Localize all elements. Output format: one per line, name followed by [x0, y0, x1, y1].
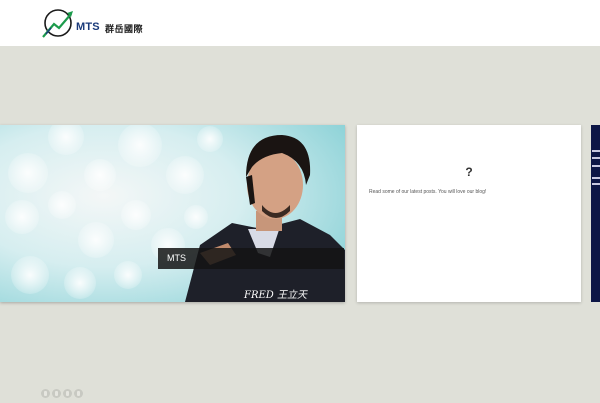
google-plus-icon[interactable] [63, 389, 72, 398]
site-header: MTS 群岳國際 [0, 0, 600, 46]
card-text: Read some of our latest posts. You will … [369, 189, 487, 195]
signature-text: FRED 王立天 [243, 289, 308, 301]
slider-main-slide[interactable]: FRED 王立天 [0, 125, 345, 302]
card-title: ? [465, 165, 473, 179]
logo-emblem-icon [42, 9, 73, 38]
facebook-icon[interactable] [41, 389, 50, 398]
slider-next-slide-peek[interactable] [591, 125, 600, 302]
slide-photo: FRED 王立天 [0, 125, 345, 302]
logo-text: MTS [76, 21, 100, 33]
twitter-icon[interactable] [52, 389, 61, 398]
slide-caption[interactable]: MTS [158, 248, 344, 269]
social-links [41, 385, 85, 398]
site-logo[interactable]: MTS 群岳國際 [40, 6, 150, 40]
slider-text-slide[interactable]: ? Read some of our latest posts. You wil… [357, 125, 581, 302]
vimeo-icon[interactable] [74, 389, 83, 398]
logo-chinese-text: 群岳國際 [105, 24, 144, 34]
